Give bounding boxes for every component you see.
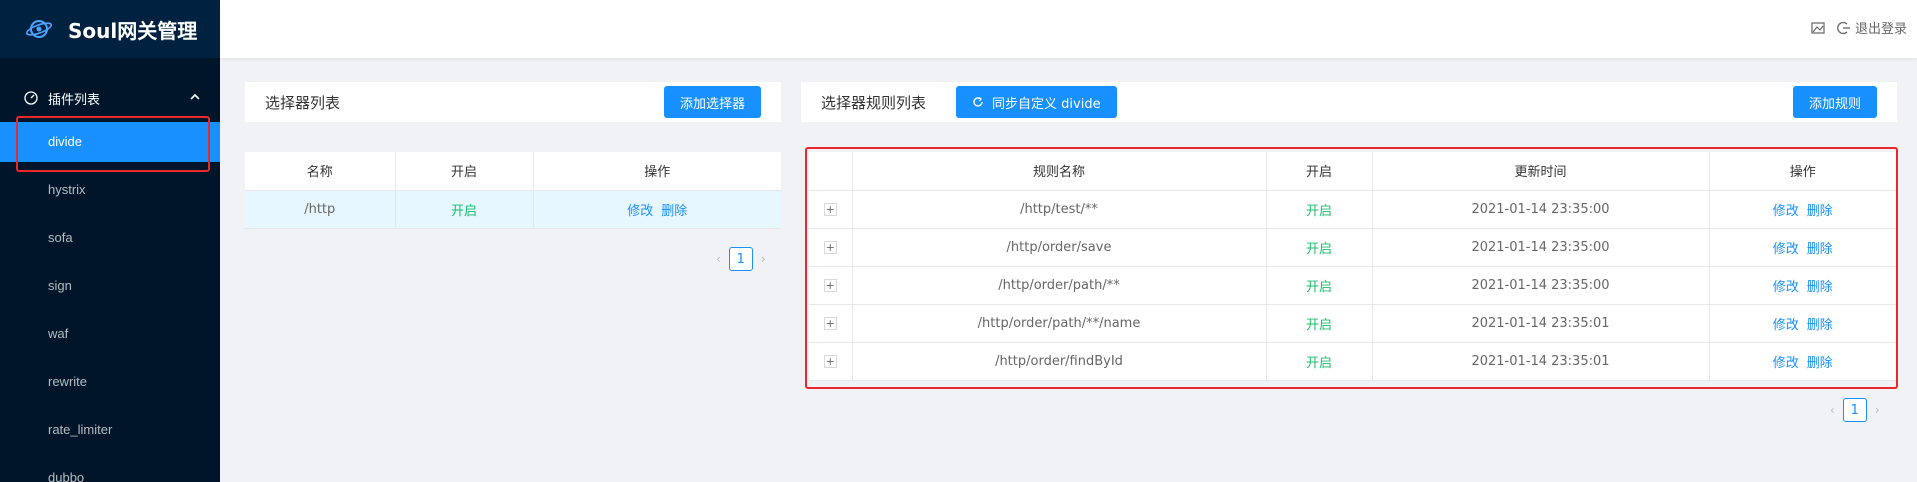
rule-name: /http/order/findById xyxy=(852,342,1267,381)
updated-time: 2021-01-14 23:35:00 xyxy=(1372,266,1710,305)
delete-link[interactable]: 删除 xyxy=(661,204,687,219)
expand-row-icon[interactable]: + xyxy=(823,354,837,368)
enabled-status: 开启 xyxy=(1266,190,1373,229)
delete-link[interactable]: 删除 xyxy=(1807,280,1833,295)
delete-link[interactable]: 删除 xyxy=(1807,356,1833,371)
page-button[interactable]: 1 xyxy=(728,247,753,271)
selector-table-wrap: 名称 开启 操作 /http 开启 修改 删除 xyxy=(245,152,781,229)
actions-cell: 修改 删除 xyxy=(1709,342,1896,381)
next-page-icon[interactable]: › xyxy=(1875,403,1880,417)
soul-logo-icon xyxy=(24,14,54,44)
edit-link[interactable]: 修改 xyxy=(627,204,653,219)
enabled-status: 开启 xyxy=(1266,342,1373,381)
col-expand xyxy=(809,152,853,191)
edit-link[interactable]: 修改 xyxy=(1773,280,1799,295)
logout-label: 退出登录 xyxy=(1854,22,1907,37)
add-selector-button[interactable]: 添加选择器 xyxy=(663,86,761,118)
sync-icon xyxy=(972,96,984,108)
enabled-status: 开启 xyxy=(1266,266,1373,305)
col-actions: 操作 xyxy=(1709,152,1896,191)
sidebar-item-sign[interactable]: sign xyxy=(0,266,220,306)
logout-button[interactable]: 退出登录 xyxy=(1837,18,1907,37)
sidebar-item-rewrite[interactable]: rewrite xyxy=(0,362,220,402)
selector-pagination: ‹ 1 › xyxy=(716,247,766,271)
rule-name: /http/order/path/**/name xyxy=(852,304,1267,343)
delete-link[interactable]: 删除 xyxy=(1807,318,1833,333)
prev-page-icon[interactable]: ‹ xyxy=(1830,403,1835,417)
edit-link[interactable]: 修改 xyxy=(1773,318,1799,333)
table-row: + /http/order/findById 开启 2021-01-14 23:… xyxy=(809,342,1896,381)
expand-row-icon[interactable]: + xyxy=(823,240,837,254)
add-rule-button[interactable]: 添加规则 xyxy=(1792,86,1877,118)
col-actions: 操作 xyxy=(533,152,781,191)
col-rule-name: 规则名称 xyxy=(852,152,1267,191)
menu-group-label: 插件列表 xyxy=(48,92,101,108)
col-enabled: 开启 xyxy=(1266,152,1373,191)
table-row: + /http/order/save 开启 2021-01-14 23:35:0… xyxy=(809,228,1896,267)
rule-name: /http/order/save xyxy=(852,228,1267,267)
top-header: 退出登录 xyxy=(220,0,1917,58)
actions-cell: 修改 删除 xyxy=(1709,304,1896,343)
updated-time: 2021-01-14 23:35:01 xyxy=(1372,342,1710,381)
updated-time: 2021-01-14 23:35:00 xyxy=(1372,190,1710,229)
selector-table: 名称 开启 操作 /http 开启 修改 删除 xyxy=(245,152,781,229)
selector-name: /http xyxy=(245,190,396,229)
col-name: 名称 xyxy=(245,152,396,191)
actions-cell: 修改 删除 xyxy=(1709,190,1896,229)
next-page-icon[interactable]: › xyxy=(761,252,766,266)
edit-link[interactable]: 修改 xyxy=(1773,204,1799,219)
rule-panel-header: 选择器规则列表 同步自定义 divide 添加规则 xyxy=(801,82,1897,122)
logout-icon xyxy=(1837,21,1851,35)
sync-divide-button[interactable]: 同步自定义 divide xyxy=(956,86,1117,118)
chevron-up-icon xyxy=(190,93,200,104)
highlight-box-sidebar xyxy=(16,116,210,172)
actions-cell: 修改 删除 xyxy=(1709,266,1896,305)
expand-row-icon[interactable]: + xyxy=(823,316,837,330)
sidebar-item-dubbo[interactable]: dubbo xyxy=(0,458,220,482)
page-button[interactable]: 1 xyxy=(1842,398,1867,422)
dashboard-icon xyxy=(24,91,38,105)
enabled-status: 开启 xyxy=(1266,228,1373,267)
rule-table: 规则名称 开启 更新时间 操作 + /http/test/** 开启 2021-… xyxy=(809,152,1896,381)
rule-panel-title: 选择器规则列表 xyxy=(821,93,927,112)
app-title: Soul网关管理 xyxy=(68,18,198,43)
edit-link[interactable]: 修改 xyxy=(1773,356,1799,371)
table-row[interactable]: /http 开启 修改 删除 xyxy=(245,190,781,229)
expand-row-icon[interactable]: + xyxy=(823,202,837,216)
updated-time: 2021-01-14 23:35:00 xyxy=(1372,228,1710,267)
updated-time: 2021-01-14 23:35:01 xyxy=(1372,304,1710,343)
delete-link[interactable]: 删除 xyxy=(1807,204,1833,219)
table-row: + /http/order/path/** 开启 2021-01-14 23:3… xyxy=(809,266,1896,305)
sidebar-item-sofa[interactable]: sofa xyxy=(0,218,220,258)
delete-link[interactable]: 删除 xyxy=(1807,242,1833,257)
prev-page-icon[interactable]: ‹ xyxy=(716,252,721,266)
expand-row-icon[interactable]: + xyxy=(823,278,837,292)
logo: Soul网关管理 xyxy=(0,0,220,58)
sidebar-item-waf[interactable]: waf xyxy=(0,314,220,354)
rule-pagination: ‹ 1 › xyxy=(1830,398,1880,422)
sync-button-label: 同步自定义 divide xyxy=(992,96,1101,112)
table-row: + /http/order/path/**/name 开启 2021-01-14… xyxy=(809,304,1896,343)
actions-cell: 修改 删除 xyxy=(1709,228,1896,267)
edit-link[interactable]: 修改 xyxy=(1773,242,1799,257)
selector-panel-title: 选择器列表 xyxy=(265,93,341,112)
rule-table-wrap: 规则名称 开启 更新时间 操作 + /http/test/** 开启 2021-… xyxy=(809,152,1896,381)
table-row: + /http/test/** 开启 2021-01-14 23:35:00 修… xyxy=(809,190,1896,229)
col-enabled: 开启 xyxy=(395,152,534,191)
selector-panel-header: 选择器列表 添加选择器 xyxy=(245,82,781,122)
sidebar-item-rate-limiter[interactable]: rate_limiter xyxy=(0,410,220,450)
menu-group-plugins[interactable]: 插件列表 xyxy=(0,74,220,122)
sidebar: Soul网关管理 插件列表 divide hystrix sofa sign w… xyxy=(0,0,220,482)
sidebar-item-hystrix[interactable]: hystrix xyxy=(0,170,220,210)
enabled-status: 开启 xyxy=(1266,304,1373,343)
actions-cell: 修改 删除 xyxy=(533,190,781,229)
enabled-status: 开启 xyxy=(395,190,534,229)
rule-name: /http/test/** xyxy=(852,190,1267,229)
col-updated: 更新时间 xyxy=(1372,152,1710,191)
image-icon[interactable] xyxy=(1811,21,1825,35)
rule-name: /http/order/path/** xyxy=(852,266,1267,305)
